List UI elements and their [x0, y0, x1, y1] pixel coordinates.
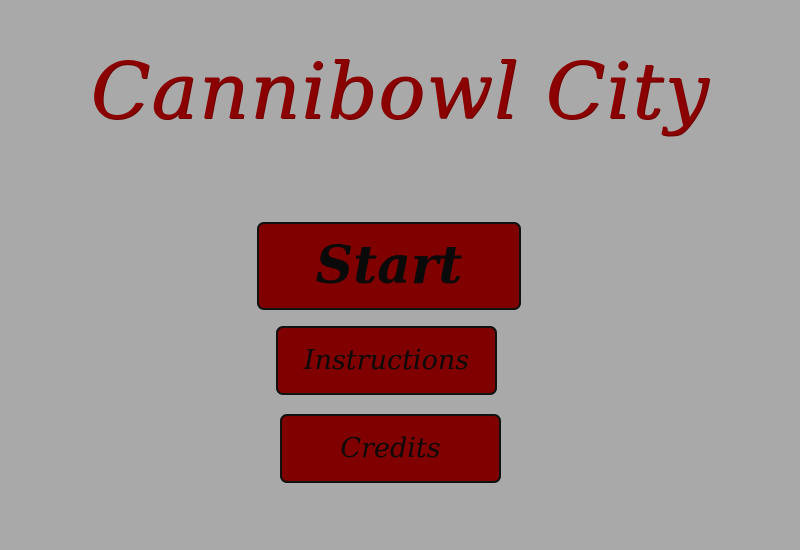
game-title: Cannibowl City — [90, 47, 710, 137]
main-menu-screen: Cannibowl City Start Instructions Credit… — [0, 0, 800, 550]
start-button-label: Start — [315, 235, 463, 296]
credits-button[interactable]: Credits — [280, 414, 501, 483]
instructions-button-label: Instructions — [303, 345, 470, 376]
credits-button-label: Credits — [340, 433, 441, 464]
start-button[interactable]: Start — [257, 222, 521, 310]
instructions-button[interactable]: Instructions — [276, 326, 497, 395]
